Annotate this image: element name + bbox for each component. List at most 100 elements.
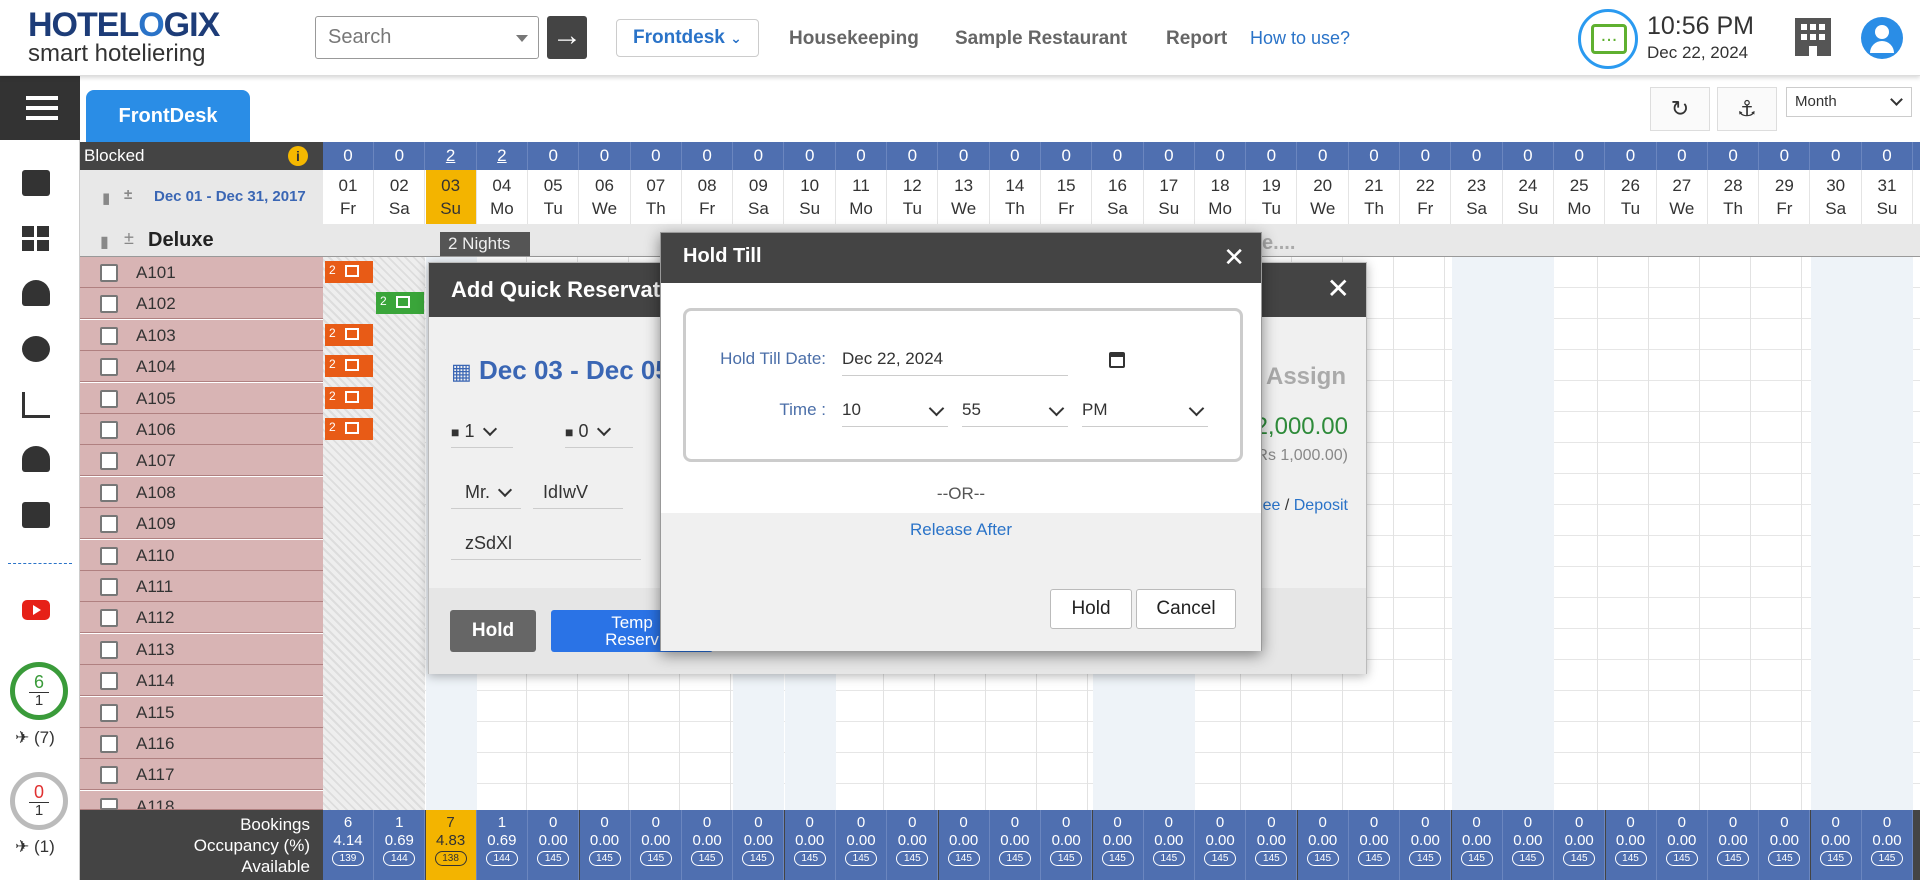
room-checkbox[interactable] xyxy=(100,640,118,659)
pie-chart-icon[interactable] xyxy=(22,336,50,362)
day-header-cell[interactable]: 05 Tu xyxy=(528,170,580,224)
day-header-cell[interactable]: 30 Sa xyxy=(1810,170,1862,224)
adults-select[interactable]: ■ 1 xyxy=(451,421,513,448)
bar-chart-icon[interactable] xyxy=(22,392,50,418)
clipboard-icon[interactable] xyxy=(22,170,50,196)
cash-icon[interactable] xyxy=(22,446,50,472)
day-header-cell[interactable]: 03 Su xyxy=(425,170,477,224)
view-select[interactable]: Month xyxy=(1786,87,1912,117)
guest-icon[interactable] xyxy=(22,280,50,306)
day-header-cell[interactable]: 18 Mo xyxy=(1195,170,1247,224)
nav-sample-restaurant[interactable]: Sample Restaurant xyxy=(955,28,1127,50)
first-name-input[interactable]: IdIwV xyxy=(533,482,623,509)
room-checkbox[interactable] xyxy=(100,295,118,314)
nav-report[interactable]: Report xyxy=(1166,28,1227,50)
release-after-link[interactable]: Release After xyxy=(661,520,1261,540)
room-checkbox[interactable] xyxy=(100,766,118,785)
cancel-button[interactable]: Cancel xyxy=(1136,589,1236,629)
close-icon[interactable]: ✕ xyxy=(1327,275,1350,303)
day-header-cell[interactable]: 10 Su xyxy=(784,170,836,224)
room-checkbox[interactable] xyxy=(100,609,118,628)
hotelogix-logo[interactable]: HOTELOGIX smart hoteliering xyxy=(28,8,220,66)
day-header-cell[interactable]: 21 Th xyxy=(1349,170,1400,224)
room-checkbox[interactable] xyxy=(100,578,118,596)
booking-badge[interactable]: 2 xyxy=(325,323,373,346)
quick-hold-button[interactable]: Hold xyxy=(450,610,536,652)
hold-till-date-input[interactable]: Dec 22, 2024 xyxy=(842,349,1068,376)
boxes-icon[interactable] xyxy=(22,502,50,528)
room-checkbox[interactable] xyxy=(100,515,118,534)
room-checkbox[interactable] xyxy=(100,672,118,691)
youtube-icon[interactable] xyxy=(22,600,50,620)
room-checkbox[interactable] xyxy=(100,452,118,471)
nav-frontdesk[interactable]: Frontdesk ⌄ xyxy=(616,19,759,57)
search-go-button[interactable]: → xyxy=(547,16,587,59)
refresh-icon[interactable]: ↻ xyxy=(1650,87,1710,131)
how-to-use-link[interactable]: How to use? xyxy=(1250,28,1350,49)
room-checkbox[interactable] xyxy=(100,358,118,377)
day-header-cell[interactable]: 11 Mo xyxy=(836,170,887,224)
day-header-cell[interactable]: 16 Sa xyxy=(1092,170,1144,224)
day-header-cell[interactable]: 28 Th xyxy=(1708,170,1760,224)
hold-button[interactable]: Hold xyxy=(1050,589,1132,629)
room-checkbox[interactable] xyxy=(100,546,118,565)
close-icon[interactable]: ✕ xyxy=(1223,243,1245,271)
day-header-cell[interactable]: 15 Fr xyxy=(1041,170,1093,224)
day-header-cell[interactable]: 29 Fr xyxy=(1759,170,1811,224)
booking-badge[interactable]: 2 xyxy=(325,261,373,283)
day-header-cell[interactable]: 02 Sa xyxy=(374,170,426,224)
building-icon[interactable] xyxy=(1795,18,1831,56)
room-checkbox[interactable] xyxy=(100,483,118,502)
day-header-cell[interactable]: 12 Tu xyxy=(887,170,939,224)
info-icon[interactable]: i xyxy=(288,146,308,166)
day-header-cell[interactable]: 22 Fr xyxy=(1400,170,1452,224)
fee-link[interactable]: ee xyxy=(1263,497,1281,514)
room-checkbox[interactable] xyxy=(100,389,118,408)
chat-button[interactable]: ... xyxy=(1578,9,1638,69)
room-checkbox[interactable] xyxy=(100,703,118,722)
tab-frontdesk[interactable]: FrontDesk xyxy=(86,90,250,142)
day-header-cell[interactable]: 01Mo xyxy=(1913,170,1920,224)
minute-select[interactable]: 55 xyxy=(962,400,1068,427)
booking-badge[interactable]: 2 xyxy=(325,418,373,440)
day-header-cell[interactable]: 13 We xyxy=(938,170,990,224)
reservation-dates[interactable]: ▦ Dec 03 - Dec 05 xyxy=(451,355,670,386)
ampm-select[interactable]: PM xyxy=(1082,400,1208,427)
booking-badge[interactable]: 2 xyxy=(325,355,373,378)
day-header-cell[interactable]: 25 Mo xyxy=(1554,170,1606,224)
day-header-cell[interactable]: 07 Th xyxy=(630,170,682,224)
departures-flight[interactable]: ✈ (1) xyxy=(15,837,55,857)
arrivals-counter[interactable]: 6 1 xyxy=(10,662,68,720)
day-header-cell[interactable]: 08 Fr xyxy=(682,170,734,224)
day-header-cell[interactable]: 31 Su xyxy=(1862,170,1913,224)
deposit-link[interactable]: Deposit xyxy=(1294,497,1348,514)
day-header-cell[interactable]: 17 Su xyxy=(1143,170,1195,224)
room-checkbox[interactable] xyxy=(100,326,118,345)
search-select[interactable]: Search xyxy=(315,16,539,59)
day-header-cell[interactable]: 04 Mo xyxy=(476,170,528,224)
calendar-icon[interactable] xyxy=(1109,352,1125,368)
blocked-count-cell[interactable]: 2 xyxy=(477,142,528,170)
booking-badge[interactable]: 2 xyxy=(325,386,373,409)
anchor-icon[interactable]: ⚓ xyxy=(1717,87,1777,131)
user-avatar-icon[interactable] xyxy=(1861,17,1903,59)
room-checkbox[interactable] xyxy=(100,797,118,810)
room-checkbox[interactable] xyxy=(100,421,118,439)
nav-housekeeping[interactable]: Housekeeping xyxy=(789,28,919,50)
day-header-cell[interactable]: 19 Tu xyxy=(1246,170,1298,224)
room-checkbox[interactable] xyxy=(100,264,118,282)
departures-counter[interactable]: 0 1 xyxy=(10,772,68,830)
day-header-cell[interactable]: 09 Sa xyxy=(733,170,785,224)
day-header-cell[interactable]: 14 Th xyxy=(989,170,1041,224)
day-header-cell[interactable]: 26 Tu xyxy=(1605,170,1657,224)
day-header-cell[interactable]: 24 Su xyxy=(1502,170,1554,224)
hamburger-menu-icon[interactable] xyxy=(0,76,80,140)
room-checkbox[interactable] xyxy=(100,735,118,753)
salutation-select[interactable]: Mr. xyxy=(451,482,521,509)
expand-icon[interactable]: ± xyxy=(124,228,134,249)
hour-select[interactable]: 10 xyxy=(842,400,948,427)
day-header-cell[interactable]: 27 We xyxy=(1656,170,1708,224)
assign-label[interactable]: Assign xyxy=(1266,363,1346,391)
dashboard-grid-icon[interactable] xyxy=(22,226,50,252)
day-header-cell[interactable]: 01 Fr xyxy=(323,170,374,224)
